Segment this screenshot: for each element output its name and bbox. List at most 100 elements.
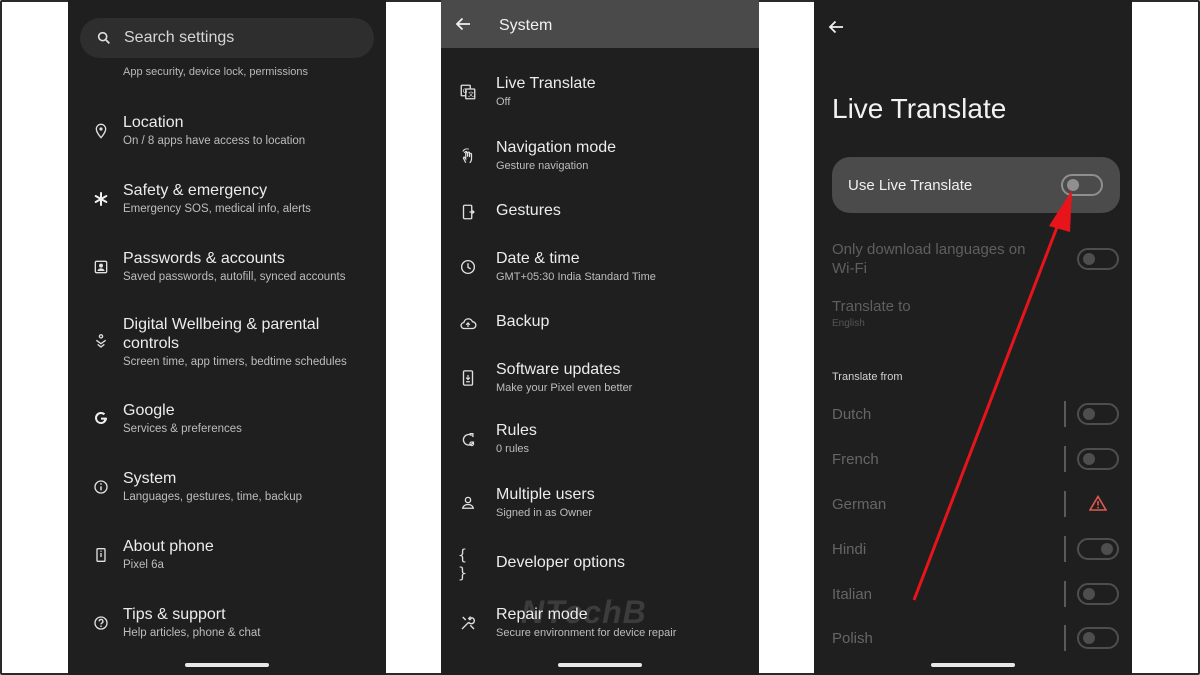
settings-item-passwords[interactable]: Passwords & accounts Saved passwords, au… <box>68 249 386 289</box>
settings-item-safety[interactable]: Safety & emergency Emergency SOS, medica… <box>68 181 386 221</box>
italian-toggle[interactable] <box>1077 583 1119 605</box>
item-subtitle: Saved passwords, autofill, synced accoun… <box>123 271 346 283</box>
item-subtitle: Languages, gestures, time, backup <box>123 491 303 503</box>
item-title: Software updates <box>496 361 621 378</box>
settings-item-wellbeing[interactable]: Digital Wellbeing & parental controls Sc… <box>68 315 386 373</box>
system-item-date-time[interactable]: Date & time GMT+05:30 India Standard Tim… <box>441 250 759 294</box>
language-german: German <box>832 496 887 513</box>
google-icon <box>92 409 110 427</box>
tools-icon <box>458 613 478 633</box>
item-subtitle: Emergency SOS, medical info, alerts <box>123 203 311 215</box>
phone-icon <box>92 546 110 564</box>
system-update-icon <box>458 368 478 388</box>
item-title: Rules <box>496 422 537 439</box>
gesture-nav-bar[interactable] <box>558 663 642 667</box>
system-item-software-updates[interactable]: Software updates Make your Pixel even be… <box>441 361 759 405</box>
gesture-nav-bar[interactable] <box>931 663 1015 667</box>
language-french: French <box>832 451 879 468</box>
item-title: Navigation mode <box>496 139 617 156</box>
item-title: Gestures <box>496 202 561 219</box>
item-subtitle: Gesture navigation <box>496 160 589 172</box>
settings-item-tips[interactable]: Tips & support Help articles, phone & ch… <box>68 605 386 645</box>
app-bar: System <box>441 0 759 48</box>
settings-item-google[interactable]: Google Services & preferences <box>68 401 386 441</box>
dutch-toggle[interactable] <box>1077 403 1119 425</box>
system-item-rules[interactable]: Rules 0 rules <box>441 422 759 466</box>
account-box-icon <box>92 258 110 276</box>
back-arrow-icon[interactable] <box>828 20 844 34</box>
language-polish: Polish <box>832 630 873 647</box>
language-dutch: Dutch <box>832 406 872 423</box>
divider <box>1064 491 1066 517</box>
item-title: Backup <box>496 313 550 330</box>
info-icon <box>92 478 110 496</box>
divider <box>1064 536 1066 562</box>
divider <box>1064 581 1066 607</box>
polish-toggle[interactable] <box>1077 627 1119 649</box>
wifi-only-toggle[interactable] <box>1077 248 1119 270</box>
braces-icon: { } <box>458 546 470 582</box>
settings-item-about-phone[interactable]: About phone Pixel 6a <box>68 537 386 577</box>
item-title: Passwords & accounts <box>123 250 285 267</box>
item-subtitle: 0 rules <box>496 443 530 455</box>
use-live-translate-card[interactable]: Use Live Translate <box>832 157 1120 213</box>
system-item-navigation-mode[interactable]: Navigation mode Gesture navigation <box>441 139 759 183</box>
item-title: About phone <box>123 538 214 555</box>
item-subtitle: Off <box>496 96 511 108</box>
item-title: Tips & support <box>123 606 226 623</box>
item-title: Safety & emergency <box>123 182 268 199</box>
translate-to-label[interactable]: Translate to <box>832 297 911 316</box>
settings-item-system[interactable]: System Languages, gestures, time, backup <box>68 469 386 509</box>
item-title: Live Translate <box>496 75 596 92</box>
page-title: System <box>499 17 553 34</box>
settings-item-location[interactable]: Location On / 8 apps have access to loca… <box>68 113 386 153</box>
item-subtitle: Signed in as Owner <box>496 507 592 519</box>
settings-screen: Search settings App security, device loc… <box>68 0 386 675</box>
item-title: Developer options <box>496 554 625 571</box>
item-title: Digital Wellbeing & parental controls <box>123 316 320 352</box>
item-subtitle: On / 8 apps have access to location <box>123 135 306 147</box>
item-title: Multiple users <box>496 486 595 503</box>
item-subtitle: Screen time, app timers, bedtime schedul… <box>123 356 347 368</box>
gesture-nav-bar[interactable] <box>185 663 269 667</box>
back-arrow-icon[interactable] <box>455 17 471 31</box>
use-live-translate-toggle[interactable] <box>1061 174 1103 196</box>
system-item-developer-options[interactable]: { } Developer options <box>441 546 759 582</box>
warning-icon[interactable] <box>1089 495 1107 511</box>
location-pin-icon <box>92 122 110 140</box>
divider <box>1064 625 1066 651</box>
translate-icon: G文 <box>458 82 478 102</box>
use-live-translate-label: Use Live Translate <box>848 177 973 194</box>
search-bar[interactable]: Search settings <box>80 18 374 58</box>
search-placeholder: Search settings <box>124 29 235 46</box>
live-translate-screen: Live Translate Use Live Translate Only d… <box>814 0 1132 675</box>
hindi-toggle[interactable] <box>1077 538 1119 560</box>
item-subtitle: Pixel 6a <box>123 559 164 571</box>
person-icon <box>458 493 478 513</box>
svg-text:文: 文 <box>468 91 474 99</box>
asterisk-icon <box>92 190 110 208</box>
item-subtitle: GMT+05:30 India Standard Time <box>496 271 656 283</box>
system-item-multiple-users[interactable]: Multiple users Signed in as Owner <box>441 486 759 530</box>
gesture-hand-icon <box>458 146 478 166</box>
phone-gesture-icon <box>458 202 478 222</box>
system-item-live-translate[interactable]: G文 Live Translate Off <box>441 75 759 119</box>
clock-icon <box>458 257 478 277</box>
search-icon <box>97 31 110 44</box>
system-screen: System G文 Live Translate Off Navigation … <box>441 0 759 675</box>
item-subtitle: Make your Pixel even better <box>496 382 633 394</box>
language-italian: Italian <box>832 586 873 603</box>
french-toggle[interactable] <box>1077 448 1119 470</box>
help-icon <box>92 614 110 632</box>
divider <box>1064 446 1066 472</box>
wellbeing-icon <box>92 332 110 350</box>
divider <box>1064 401 1066 427</box>
item-title: Location <box>123 114 184 131</box>
cloud-upload-icon <box>458 314 478 334</box>
system-item-backup[interactable]: Backup <box>441 313 759 335</box>
security-subtitle: App security, device lock, permissions <box>123 66 309 78</box>
translate-from-header: Translate from <box>832 371 903 383</box>
language-hindi: Hindi <box>832 541 867 558</box>
page-title: Live Translate <box>832 93 1007 124</box>
system-item-gestures[interactable]: Gestures <box>441 202 759 224</box>
